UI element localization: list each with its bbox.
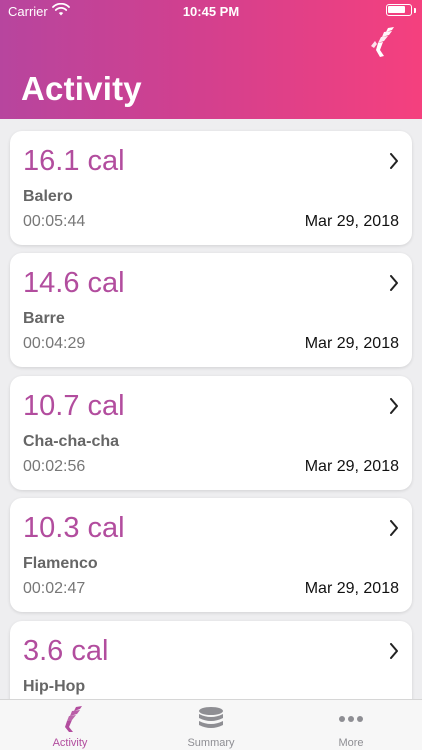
tab-summary-label: Summary [187,737,235,749]
dance-name: Barre [23,310,65,327]
activity-date: Mar 29, 2018 [304,335,399,352]
tab-more[interactable]: More [281,700,421,750]
activity-card[interactable]: 14.6 cal Barre 00:04:29 Mar 29, 2018 [10,253,412,367]
dancer-logo-icon[interactable] [368,26,396,58]
tab-activity-label: Activity [52,737,88,749]
activity-card[interactable]: 10.7 cal Cha-cha-cha 00:02:56 Mar 29, 20… [10,376,412,490]
calories-value: 16.1 cal [23,145,125,177]
activity-card[interactable]: 16.1 cal Balero 00:05:44 Mar 29, 2018 [10,131,412,245]
battery-tip [414,8,416,13]
chevron-right-icon [390,398,398,414]
page-title: Activity [21,70,142,107]
status-bar: Carrier 10:45 PM [0,0,422,22]
chevron-right-icon [390,153,398,169]
calories-value: 10.3 cal [23,512,125,544]
tab-summary[interactable]: Summary [141,700,281,750]
activity-date: Mar 29, 2018 [304,213,399,230]
chevron-right-icon [390,643,398,659]
duration-value: 00:05:44 [23,213,86,230]
dance-name: Cha-cha-cha [23,433,120,450]
database-icon [199,707,223,728]
duration-value: 00:02:47 [23,580,86,597]
calories-value: 14.6 cal [23,267,125,299]
header: Carrier 10:45 PM Activity [0,0,422,119]
calories-value: 10.7 cal [23,390,125,422]
chevron-right-icon [390,275,398,291]
more-dots-icon [339,716,363,722]
dance-name: Hip-Hop [23,678,86,695]
activity-date: Mar 29, 2018 [304,458,399,475]
activity-list: 16.1 cal Balero 00:05:44 Mar 29, 2018 14… [0,119,422,699]
dance-name: Balero [23,188,73,205]
calories-value: 3.6 cal [23,635,109,667]
tab-bar: Activity Summary More [0,699,422,750]
duration-value: 00:04:29 [23,335,86,352]
tab-more-label: More [338,737,364,749]
activity-date: Mar 29, 2018 [304,580,399,597]
duration-value: 00:02:56 [23,458,86,475]
activity-card[interactable]: 10.3 cal Flamenco 00:02:47 Mar 29, 2018 [10,498,412,612]
tab-activity[interactable]: Activity [0,700,140,750]
chevron-right-icon [390,520,398,536]
dancer-icon [65,706,82,732]
activity-card[interactable]: 3.6 cal Hip-Hop [10,621,412,699]
dance-name: Flamenco [23,555,98,572]
status-time: 10:45 PM [182,4,240,19]
battery-icon [386,4,412,16]
